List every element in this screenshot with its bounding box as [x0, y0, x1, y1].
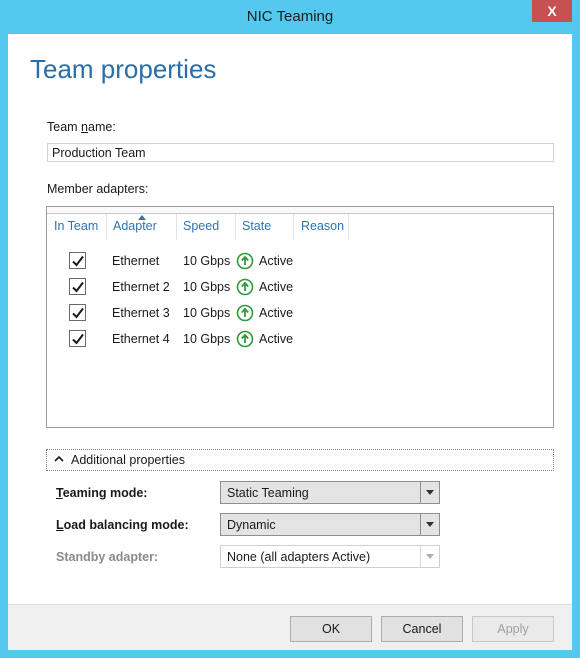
load-balancing-access-key: L — [56, 518, 64, 532]
teaming-mode-access-key: T — [56, 486, 63, 500]
team-name-label: Team name: — [47, 120, 116, 134]
standby-adapter-label: Standby adapter: — [56, 550, 159, 564]
teaming-mode-label-text: eaming mode: — [62, 486, 148, 500]
column-header-reason[interactable]: Reason — [301, 219, 344, 233]
teaming-mode-select[interactable]: Static Teaming — [220, 481, 440, 504]
checkmark-icon — [72, 307, 84, 319]
adapter-state: Active — [259, 280, 294, 294]
team-name-label-suffix: ame: — [88, 120, 116, 134]
team-name-input[interactable] — [47, 143, 554, 162]
teaming-mode-value: Static Teaming — [227, 486, 309, 500]
standby-adapter-select: None (all adapters Active) — [220, 545, 440, 568]
teaming-mode-label: Teaming mode: — [56, 486, 147, 500]
dialog-footer: OK Cancel Apply — [8, 604, 572, 650]
load-balancing-mode-value: Dynamic — [227, 518, 276, 532]
checkmark-icon — [72, 281, 84, 293]
window-title: NIC Teaming — [246, 8, 334, 25]
additional-properties-expander[interactable]: Additional properties — [46, 449, 554, 471]
adapter-speed: 10 Gbps — [183, 280, 231, 294]
up-arrow-circle-icon — [236, 304, 254, 322]
column-separator — [106, 214, 107, 240]
up-arrow-circle-icon — [236, 330, 254, 348]
chevron-down-icon — [420, 546, 439, 567]
load-balancing-mode-select[interactable]: Dynamic — [220, 513, 440, 536]
team-name-label-prefix: Team — [47, 120, 82, 134]
list-header-strip — [47, 207, 553, 214]
nic-teaming-window: NIC Teaming X Team properties Team name:… — [0, 0, 580, 658]
chevron-up-icon — [54, 455, 64, 462]
in-team-checkbox[interactable] — [69, 330, 86, 347]
column-separator — [235, 214, 236, 240]
adapter-speed: 10 Gbps — [183, 254, 231, 268]
up-arrow-circle-icon — [236, 252, 254, 270]
checkmark-icon — [72, 255, 84, 267]
table-row[interactable]: Ethernet 4 10 Gbps Active — [47, 327, 553, 353]
column-header-in-team[interactable]: In Team — [54, 219, 98, 233]
adapter-name: Ethernet 3 — [112, 306, 170, 320]
ok-button[interactable]: OK — [290, 616, 372, 642]
column-separator — [293, 214, 294, 240]
table-row[interactable]: Ethernet 2 10 Gbps Active — [47, 275, 553, 301]
checkmark-icon — [72, 333, 84, 345]
adapter-speed: 10 Gbps — [183, 306, 231, 320]
member-adapters-list[interactable]: In Team Adapter Speed State Reason Ether… — [46, 206, 554, 428]
dialog-content: Team properties Team name: Member adapte… — [8, 34, 572, 604]
table-row[interactable]: Ethernet 10 Gbps Active — [47, 249, 553, 275]
in-team-checkbox[interactable] — [69, 252, 86, 269]
adapter-name: Ethernet — [112, 254, 160, 268]
column-header-speed[interactable]: Speed — [183, 219, 219, 233]
up-arrow-circle-icon — [236, 278, 254, 296]
adapter-name: Ethernet 4 — [112, 332, 170, 346]
column-separator — [348, 214, 349, 240]
in-team-checkbox[interactable] — [69, 278, 86, 295]
chevron-down-icon[interactable] — [420, 482, 439, 503]
team-name-label-access-key: n — [81, 120, 88, 134]
adapter-name: Ethernet 2 — [112, 280, 170, 294]
page-title: Team properties — [30, 54, 217, 84]
member-adapters-label: Member adapters: — [47, 182, 149, 196]
standby-adapter-value: None (all adapters Active) — [227, 550, 371, 564]
load-balancing-label-text: oad balancing mode: — [63, 518, 189, 532]
column-header-adapter[interactable]: Adapter — [113, 219, 157, 233]
column-separator — [176, 214, 177, 240]
close-button[interactable]: X — [532, 0, 572, 22]
adapter-state: Active — [259, 332, 294, 346]
adapter-state: Active — [259, 254, 294, 268]
chevron-down-icon[interactable] — [420, 514, 439, 535]
additional-properties-label: Additional properties — [71, 453, 185, 467]
column-header-state[interactable]: State — [242, 219, 271, 233]
adapter-state: Active — [259, 306, 294, 320]
in-team-checkbox[interactable] — [69, 304, 86, 321]
title-bar[interactable]: NIC Teaming X — [0, 0, 580, 34]
cancel-button[interactable]: Cancel — [381, 616, 463, 642]
adapter-speed: 10 Gbps — [183, 332, 231, 346]
load-balancing-mode-label: Load balancing mode: — [56, 518, 189, 532]
table-row[interactable]: Ethernet 3 10 Gbps Active — [47, 301, 553, 327]
apply-button: Apply — [472, 616, 554, 642]
